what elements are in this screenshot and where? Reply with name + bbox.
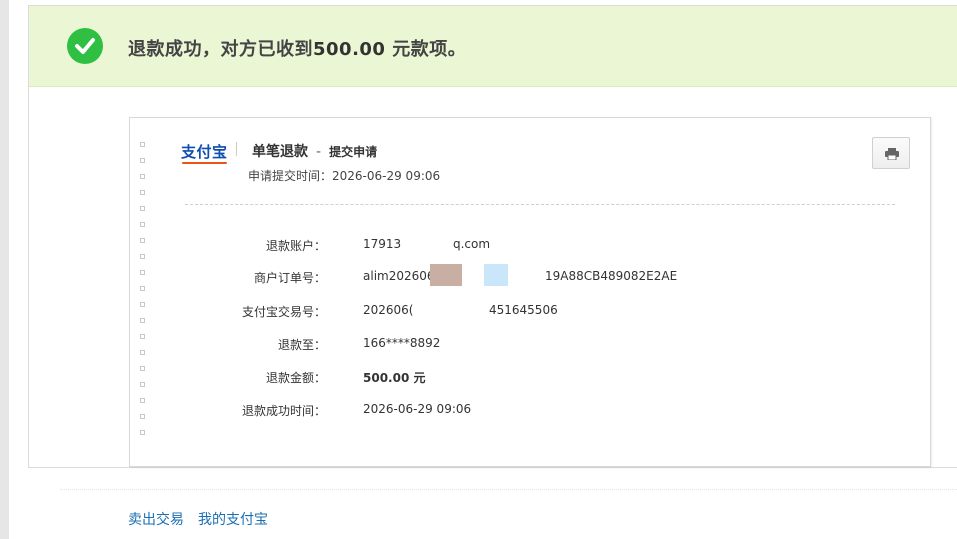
success-message: 退款成功，对方已收到500.00 元款项。 <box>128 35 466 61</box>
success-time-label: 退款成功时间： <box>241 404 326 418</box>
redaction-block <box>430 264 462 286</box>
merchant-order-value-tail: 19A88CB489082E2AE <box>545 269 678 283</box>
alipay-logo: 支付宝 <box>181 141 228 164</box>
printer-icon <box>885 148 899 160</box>
footer-divider <box>60 489 957 490</box>
success-message-prefix: 退款成功，对方已收到 <box>128 39 313 60</box>
refund-account-value-tail: q.com <box>453 237 491 251</box>
success-banner: 退款成功，对方已收到500.00 元款项。 <box>29 6 957 87</box>
left-edge-strip <box>0 0 9 539</box>
applied-time: 申请提交时间：2026-06-29 09:06 <box>248 169 441 183</box>
perforation-edge <box>140 142 148 446</box>
title-separator <box>236 142 237 156</box>
my-alipay-link[interactable]: 我的支付宝 <box>198 509 268 529</box>
refund-account-value: 17913 <box>363 237 402 251</box>
refund-amount-label: 退款金额： <box>265 371 326 385</box>
merchant-order-label: 商户订单号： <box>253 271 326 285</box>
print-button[interactable] <box>872 137 910 169</box>
refund-account-label: 退款账户： <box>265 239 326 253</box>
receipt-subtitle: 提交申请 <box>329 145 378 159</box>
refund-amount-value: 500.00 元 <box>363 371 426 385</box>
detail-row-refund-amount: 退款金额： 500.00 元 <box>130 369 932 389</box>
detail-row-success-time: 退款成功时间： 2026-06-29 09:06 <box>130 402 932 422</box>
check-circle-icon <box>67 28 103 64</box>
dashed-divider <box>185 204 895 205</box>
receipt-title: 单笔退款 - 提交申请 <box>252 141 377 161</box>
alipay-trade-value-tail: 451645506 <box>489 303 558 317</box>
alipay-trade-value: 202606( <box>363 303 414 317</box>
receipt-title-main: 单笔退款 <box>252 144 308 160</box>
sell-trades-link[interactable]: 卖出交易 <box>128 509 184 529</box>
refund-receipt: 支付宝 单笔退款 - 提交申请 申请提交时间：2026-06-29 09:06 退款… <box>129 117 931 467</box>
merchant-order-value: alim202606 <box>363 269 435 283</box>
success-amount: 500.00 <box>313 39 386 60</box>
detail-row-alipay-trade: 支付宝交易号： 202606( 451645506 <box>130 303 932 323</box>
success-time-value: 2026-06-29 09:06 <box>363 402 472 416</box>
refund-to-label: 退款至： <box>277 338 326 352</box>
success-message-suffix: 元款项。 <box>385 39 467 60</box>
detail-row-merchant-order: 商户订单号： alim202606 19A88CB489082E2AE <box>130 264 932 289</box>
refund-to-value: 166****8892 <box>363 336 441 350</box>
alipay-trade-label: 支付宝交易号： <box>241 305 326 319</box>
title-dash: - <box>316 144 322 160</box>
detail-row-refund-to: 退款至： 166****8892 <box>130 336 932 356</box>
detail-row-account: 退款账户： 17913 q.com <box>130 237 932 257</box>
redaction-block <box>484 264 508 286</box>
